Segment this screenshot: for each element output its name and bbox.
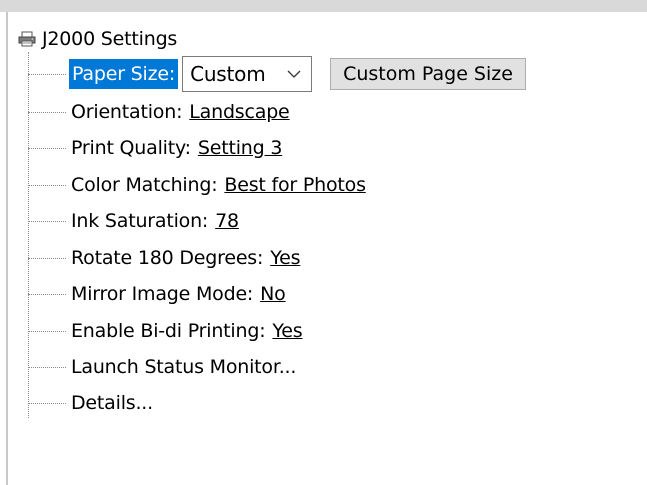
custom-page-size-button[interactable]: Custom Page Size bbox=[330, 58, 526, 90]
ink-saturation-value-link[interactable]: 78 bbox=[215, 210, 239, 232]
tree-item-label: Orientation: bbox=[71, 101, 183, 123]
chevron-down-icon[interactable] bbox=[283, 70, 305, 78]
tree-item-rotate-180[interactable]: Rotate 180 Degrees: Yes bbox=[28, 242, 300, 274]
tree-connector bbox=[28, 330, 66, 332]
orientation-value-link[interactable]: Landscape bbox=[189, 101, 289, 123]
tree-item-label: Rotate 180 Degrees: bbox=[71, 247, 264, 269]
window-frame-top bbox=[0, 0, 647, 12]
tree-connector bbox=[28, 111, 66, 113]
tree-item-mirror-image[interactable]: Mirror Image Mode: No bbox=[28, 278, 286, 310]
tree-root-label: J2000 Settings bbox=[42, 28, 178, 50]
mirror-image-value-link[interactable]: No bbox=[260, 283, 286, 305]
tree-item-details[interactable]: Details... bbox=[28, 387, 155, 419]
settings-tree: J2000 Settings Paper Size: Custom Custom… bbox=[8, 12, 647, 485]
tree-item-label: Mirror Image Mode: bbox=[71, 283, 254, 305]
tree-connector bbox=[28, 257, 66, 259]
tree-item-label: Print Quality: bbox=[71, 137, 191, 159]
tree-item-launch-status-monitor[interactable]: Launch Status Monitor... bbox=[28, 351, 298, 383]
paper-size-dropdown[interactable]: Custom bbox=[182, 56, 313, 92]
tree-item-orientation[interactable]: Orientation: Landscape bbox=[28, 96, 290, 128]
tree-item-paper-size[interactable]: Paper Size: Custom Custom Page Size bbox=[28, 56, 526, 92]
tree-item-label: Enable Bi-di Printing: bbox=[71, 320, 266, 342]
tree-connector bbox=[28, 220, 66, 222]
bidi-printing-value-link[interactable]: Yes bbox=[272, 320, 302, 342]
rotate-180-value-link[interactable]: Yes bbox=[270, 247, 300, 269]
tree-item-label[interactable]: Launch Status Monitor... bbox=[69, 356, 298, 378]
tree-item-ink-saturation[interactable]: Ink Saturation: 78 bbox=[28, 205, 239, 237]
print-quality-value-link[interactable]: Setting 3 bbox=[198, 137, 283, 159]
printer-icon bbox=[18, 30, 36, 48]
tree-item-label: Ink Saturation: bbox=[71, 210, 209, 232]
tree-item-bidi-printing[interactable]: Enable Bi-di Printing: Yes bbox=[28, 315, 303, 347]
tree-connector bbox=[28, 184, 66, 186]
settings-panel: J2000 Settings Paper Size: Custom Custom… bbox=[8, 12, 647, 485]
paper-size-value: Custom bbox=[190, 62, 266, 86]
tree-item-color-matching[interactable]: Color Matching: Best for Photos bbox=[28, 169, 366, 201]
paper-size-label[interactable]: Paper Size: bbox=[69, 59, 179, 89]
tree-item-print-quality[interactable]: Print Quality: Setting 3 bbox=[28, 132, 282, 164]
tree-connector bbox=[28, 293, 66, 295]
tree-connector bbox=[28, 73, 66, 75]
color-matching-value-link[interactable]: Best for Photos bbox=[224, 174, 366, 196]
tree-item-label[interactable]: Details... bbox=[69, 392, 155, 414]
tree-connector bbox=[28, 147, 66, 149]
tree-root[interactable]: J2000 Settings bbox=[18, 26, 177, 52]
tree-connector bbox=[28, 402, 66, 404]
tree-connector bbox=[28, 366, 66, 368]
tree-item-label: Color Matching: bbox=[71, 174, 218, 196]
